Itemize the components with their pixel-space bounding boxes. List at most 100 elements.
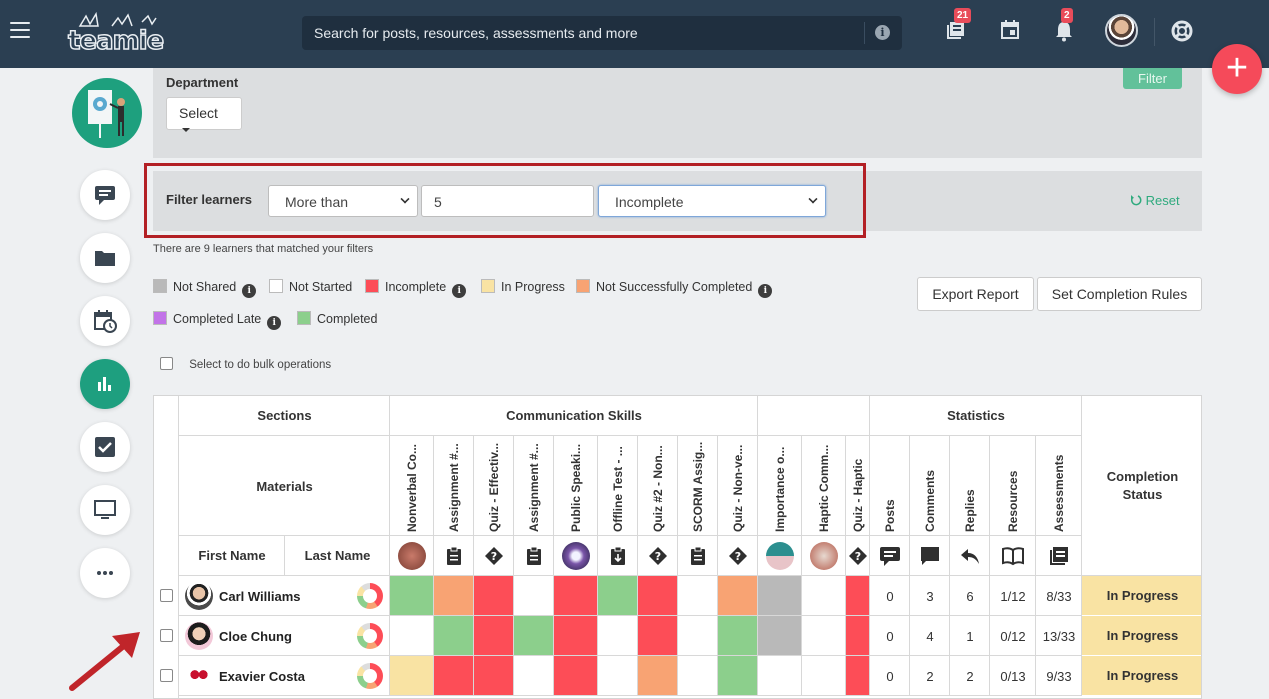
presentation-illustration-icon [88,90,125,138]
material-status-cell[interactable] [598,576,638,616]
sidebar-classroom-button[interactable] [80,485,130,535]
sidebar-schedule-button[interactable] [80,296,130,346]
topbar-divider [1154,18,1155,46]
teamie-logo[interactable]: teamie [67,12,165,57]
newsfeed-icon[interactable]: 21 [946,8,972,42]
material-status-cell[interactable] [638,656,678,696]
legend-swatch [297,311,311,325]
material-status-cell[interactable] [678,656,718,696]
department-select-dropdown[interactable]: Select [166,97,242,132]
material-status-cell[interactable] [758,616,802,656]
material-thumbnail [562,542,590,570]
material-status-cell[interactable] [390,576,434,616]
material-status-cell[interactable] [718,616,758,656]
reset-link[interactable]: Reset [1130,193,1180,208]
sidebar-resources-button[interactable] [80,233,130,283]
stat-value: 0 [886,589,894,604]
material-status-cell[interactable] [718,576,758,616]
material-status-cell[interactable] [390,616,434,656]
material-status-cell[interactable] [474,616,514,656]
material-status-cell[interactable] [434,656,474,696]
info-icon[interactable]: i [242,284,257,298]
learner-name[interactable]: Carl Williams [219,589,301,604]
notifications-bell-icon[interactable]: 2 [1054,8,1076,42]
material-status-cell[interactable] [718,656,758,696]
material-status-cell[interactable] [554,576,598,616]
legend-label: Not Started [289,280,353,294]
sidebar-posts-button[interactable] [80,170,130,220]
material-status-cell[interactable] [758,576,802,616]
sidebar-analytics-button[interactable] [80,359,130,409]
sidebar-tasks-button[interactable] [80,422,130,472]
learner-avatar [185,622,213,650]
course-avatar[interactable] [72,78,142,148]
material-status-cell[interactable] [514,616,554,656]
calendar-icon[interactable] [1000,20,1022,42]
material-status-cell[interactable] [678,616,718,656]
material-status-cell[interactable] [678,576,718,616]
material-status-cell[interactable] [554,656,598,696]
material-status-cell[interactable] [434,616,474,656]
material-status-cell[interactable] [846,656,870,696]
stat-label-wrap: Posts [870,436,910,536]
info-icon[interactable]: i [452,284,467,298]
material-status-cell[interactable] [846,616,870,656]
material-status-cell[interactable] [474,576,514,616]
material-label-wrap: Quiz - Non-ve... [718,436,758,536]
search-placeholder: Search for posts, resources, assessments… [314,25,638,41]
material-status-cell[interactable] [474,656,514,696]
sidebar-more-button[interactable] [80,548,130,598]
legend-label: Incomplete [385,280,447,294]
bulk-operations-row: Select to do bulk operations [160,357,331,371]
material-status-cell[interactable] [514,576,554,616]
material-status-cell[interactable] [802,656,846,696]
offline-test-icon [611,546,625,565]
export-report-button[interactable]: Export Report [917,277,1034,311]
search-input[interactable]: Search for posts, resources, assessments… [302,16,902,50]
material-status-cell[interactable] [802,576,846,616]
materials-label: Materials [256,479,313,494]
material-label: Nonverbal Co... [405,443,419,532]
row-checkbox[interactable] [160,589,173,602]
material-status-cell[interactable] [802,616,846,656]
material-status-cell[interactable] [598,656,638,696]
material-status-cell[interactable] [434,576,474,616]
stat-label-wrap: Assessments [1036,436,1082,536]
bulk-operations-label: Select to do bulk operations [189,359,332,371]
material-thumbnail [766,542,794,570]
filter-button[interactable]: Filter [1123,68,1182,89]
search-info-icon[interactable]: i [875,25,890,40]
material-status-cell[interactable] [638,576,678,616]
material-status-cell[interactable] [638,616,678,656]
set-completion-rules-button[interactable]: Set Completion Rules [1037,277,1202,311]
info-icon[interactable]: i [267,316,282,330]
department-label: Department [166,75,239,90]
stat-value: 13/33 [1042,629,1076,644]
learner-name[interactable]: Exavier Costa [219,669,305,684]
legend-item-incomplete: Incomplete i [365,279,467,298]
help-lifebuoy-icon[interactable] [1171,20,1193,42]
highlight-annotation-box [144,163,866,238]
info-icon[interactable]: i [758,284,773,298]
row-checkbox[interactable] [160,669,173,682]
stat-label: Posts [883,499,897,532]
stat-value: 0/13 [1000,669,1026,684]
material-status-cell[interactable] [514,656,554,696]
svg-text:?: ? [491,550,497,563]
quiz-icon: ? [729,547,747,565]
comments-icon [921,547,939,565]
bulk-select-checkbox[interactable] [160,357,173,370]
material-status-cell[interactable] [758,656,802,696]
add-plus-button[interactable]: + [1212,44,1262,94]
row-checkbox[interactable] [160,629,173,642]
learner-name[interactable]: Cloe Chung [219,629,292,644]
material-status-cell[interactable] [554,616,598,656]
material-label: Offline Test - ... [611,446,625,532]
material-status-cell[interactable] [598,616,638,656]
communication-skills-label: Communication Skills [506,408,642,423]
material-status-cell[interactable] [390,656,434,696]
legend-swatch [153,311,167,325]
menu-icon[interactable] [10,22,30,38]
material-status-cell[interactable] [846,576,870,616]
user-avatar[interactable] [1105,14,1138,47]
